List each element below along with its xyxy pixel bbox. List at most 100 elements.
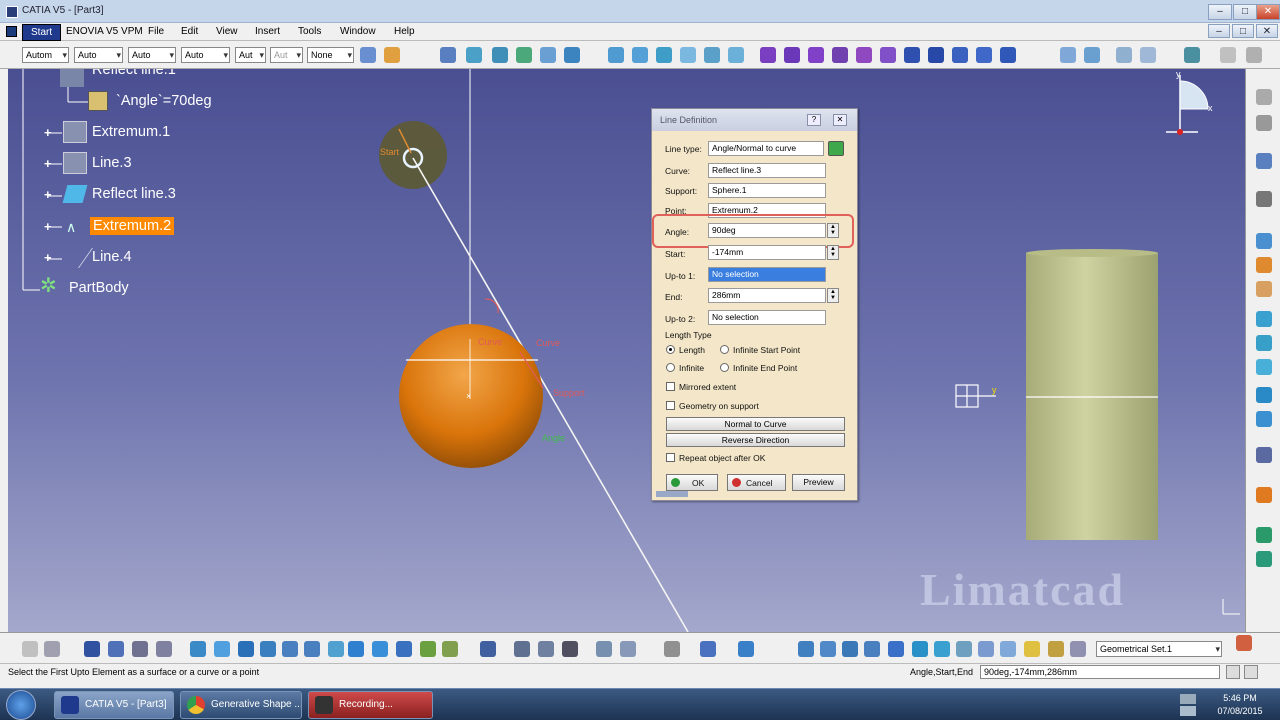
- intersection-icon[interactable]: [564, 47, 580, 63]
- expand-extremum-2[interactable]: +: [44, 220, 55, 233]
- rotate-icon[interactable]: [928, 47, 944, 63]
- menu-view[interactable]: View: [216, 26, 238, 37]
- revolve-icon[interactable]: [632, 47, 648, 63]
- affinity-icon[interactable]: [1000, 47, 1016, 63]
- dialog-help-button[interactable]: ?: [807, 114, 821, 126]
- command-clear-icon[interactable]: [1226, 665, 1240, 679]
- select-arrow-icon[interactable]: [1256, 89, 1272, 105]
- circle-icon[interactable]: [1256, 387, 1272, 403]
- point-icon[interactable]: [466, 47, 482, 63]
- transform-icon[interactable]: [1256, 115, 1272, 131]
- tree-item-line-4[interactable]: Line.4: [92, 249, 132, 265]
- rb-fill-icon[interactable]: [1256, 359, 1272, 375]
- mesh-icon[interactable]: [842, 641, 858, 657]
- light-icon[interactable]: [1024, 641, 1040, 657]
- doc-minimize-button[interactable]: –: [1208, 24, 1230, 38]
- layer-icon[interactable]: [934, 641, 950, 657]
- menu-file[interactable]: File: [148, 26, 164, 37]
- sketch-icon[interactable]: [440, 47, 456, 63]
- format-painter-icon[interactable]: [384, 47, 400, 63]
- radio-infinite-start[interactable]: [720, 345, 729, 354]
- wrench-icon[interactable]: [956, 641, 972, 657]
- measure-icon[interactable]: [1140, 47, 1156, 63]
- expand-reflect-line-3[interactable]: +: [44, 188, 55, 201]
- cylinder-icon[interactable]: [680, 47, 696, 63]
- law-icon[interactable]: [1256, 551, 1272, 567]
- cancel-button[interactable]: Cancel: [727, 474, 786, 491]
- radio-length[interactable]: [666, 345, 675, 354]
- catalog-icon[interactable]: [1256, 527, 1272, 543]
- menu-tools[interactable]: Tools: [298, 26, 321, 37]
- task-catia[interactable]: CATIA V5 - [Part3]: [54, 691, 174, 719]
- iso-view-icon[interactable]: [372, 641, 388, 657]
- polyline-icon[interactable]: [1256, 233, 1272, 249]
- tree-item-partbody[interactable]: PartBody: [69, 280, 129, 296]
- line-icon[interactable]: [492, 47, 508, 63]
- publish-icon[interactable]: [1070, 641, 1086, 657]
- lock-icon[interactable]: [562, 641, 578, 657]
- knowledge-icon[interactable]: [1256, 487, 1272, 503]
- angle-field[interactable]: 90deg: [708, 223, 826, 238]
- scaling-icon[interactable]: [976, 47, 992, 63]
- zoom-in-icon[interactable]: [282, 641, 298, 657]
- minimize-button[interactable]: –: [1208, 4, 1232, 20]
- formula-icon[interactable]: [22, 641, 38, 657]
- select-aut-2[interactable]: Aut: [270, 47, 303, 63]
- select-auto-3[interactable]: Auto: [181, 47, 230, 63]
- distance-icon[interactable]: [538, 641, 554, 657]
- rb-plane-icon[interactable]: [1256, 281, 1272, 297]
- support-field[interactable]: Sphere.1: [708, 183, 826, 198]
- menu-start[interactable]: Start: [22, 24, 62, 41]
- reorder-icon[interactable]: [156, 641, 172, 657]
- start-spinner[interactable]: ▲ ▼: [827, 245, 839, 260]
- sphere-icon[interactable]: [656, 47, 672, 63]
- constraint-icon[interactable]: [738, 641, 754, 657]
- fillet-icon[interactable]: [880, 47, 896, 63]
- menu-edit[interactable]: Edit: [181, 26, 198, 37]
- swap-space-icon[interactable]: [442, 641, 458, 657]
- settings-icon[interactable]: [1220, 47, 1236, 63]
- zoom-out-icon[interactable]: [304, 641, 320, 657]
- multi-view-icon[interactable]: [348, 641, 364, 657]
- preview-button[interactable]: Preview: [792, 474, 845, 491]
- tree-item-extremum-2[interactable]: Extremum.2: [90, 217, 175, 235]
- compass[interactable]: [1166, 75, 1209, 135]
- rotate-view-icon[interactable]: [260, 641, 276, 657]
- wireframe-icon[interactable]: [1256, 191, 1272, 207]
- pan-icon[interactable]: [238, 641, 254, 657]
- join-icon[interactable]: [760, 47, 776, 63]
- list-icon[interactable]: [888, 641, 904, 657]
- upto1-field[interactable]: No selection: [708, 267, 826, 282]
- curve-analysis-icon[interactable]: [1256, 447, 1272, 463]
- sweep-icon[interactable]: [728, 47, 744, 63]
- doc-close-button[interactable]: ✕: [1256, 24, 1278, 38]
- menu-insert[interactable]: Insert: [255, 26, 280, 37]
- fit-all-icon[interactable]: [214, 641, 230, 657]
- end-field[interactable]: 286mm: [708, 288, 826, 303]
- undo-icon[interactable]: [1060, 47, 1076, 63]
- extract-icon[interactable]: [856, 47, 872, 63]
- close-button[interactable]: ✕: [1256, 4, 1280, 20]
- select-autom[interactable]: Autom: [22, 47, 69, 63]
- geometry-on-support-checkbox[interactable]: [666, 401, 675, 410]
- axis-icon[interactable]: [664, 641, 680, 657]
- filter-icon[interactable]: [978, 641, 994, 657]
- expand-line-4[interactable]: +: [44, 251, 55, 264]
- command-execute-icon[interactable]: [1244, 665, 1258, 679]
- angle-spinner[interactable]: ▲ ▼: [827, 223, 839, 238]
- plane-icon[interactable]: [516, 47, 532, 63]
- table-icon[interactable]: [84, 641, 100, 657]
- offset-icon[interactable]: [704, 47, 720, 63]
- merge-icon[interactable]: [1000, 641, 1016, 657]
- bar-icon[interactable]: [864, 641, 880, 657]
- select-none[interactable]: None: [307, 47, 354, 63]
- tree-item-line-3[interactable]: Line.3: [92, 155, 132, 171]
- start-field[interactable]: -174mm: [708, 245, 826, 260]
- geometrical-set-select[interactable]: Geometrical Set.1: [1096, 641, 1222, 657]
- tray-volume-icon[interactable]: [1180, 706, 1196, 716]
- rb-surface-icon[interactable]: [1256, 311, 1272, 327]
- repeat-icon[interactable]: [596, 641, 612, 657]
- select-auto-2[interactable]: Auto: [128, 47, 176, 63]
- dialog-close-button[interactable]: ✕: [833, 114, 847, 126]
- instance-icon[interactable]: [620, 641, 636, 657]
